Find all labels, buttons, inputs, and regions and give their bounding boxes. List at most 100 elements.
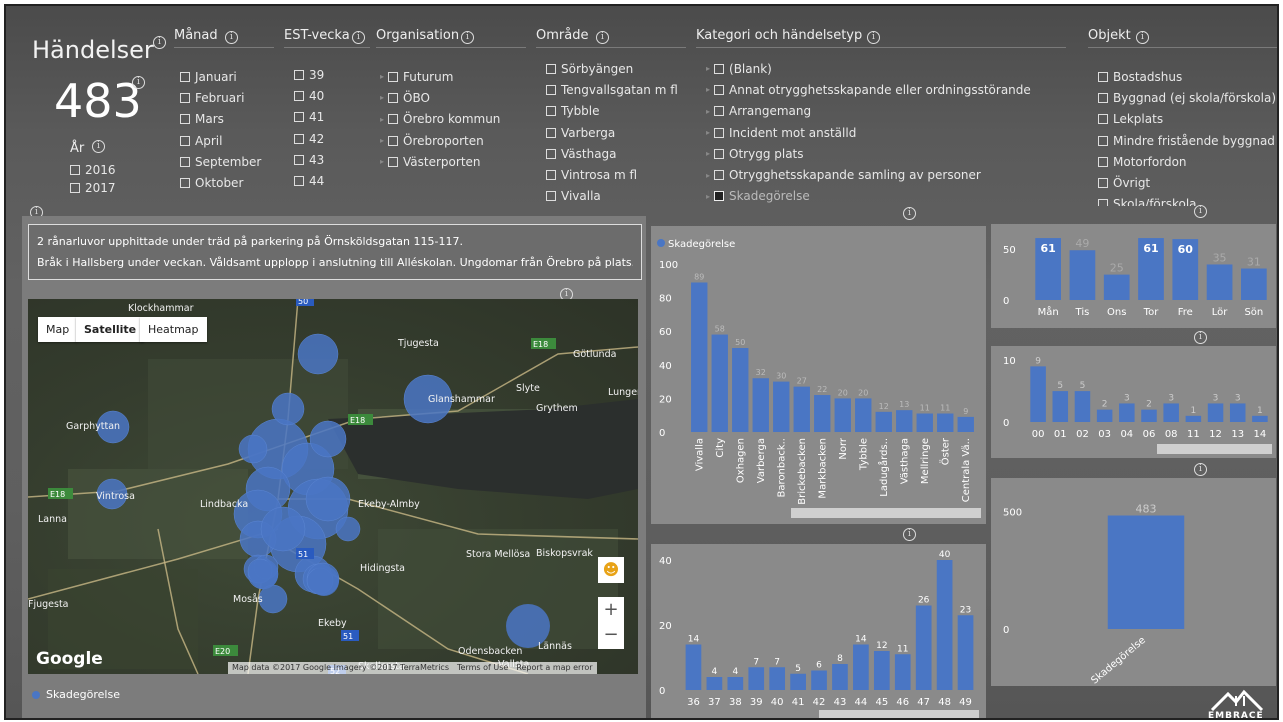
bar[interactable] <box>1185 415 1202 422</box>
bar[interactable] <box>853 644 869 691</box>
zoom-in-button[interactable]: + <box>598 597 624 623</box>
area-option[interactable]: Vivalla <box>546 186 678 207</box>
bar[interactable] <box>685 644 702 691</box>
month-option[interactable]: Mars <box>180 109 261 130</box>
checked-checkbox[interactable] <box>714 191 725 202</box>
bar[interactable] <box>769 667 786 690</box>
event-bubble[interactable] <box>297 333 339 375</box>
object-option[interactable]: Bostadshus <box>1098 66 1277 87</box>
object-option[interactable]: Lekplats <box>1098 109 1277 130</box>
organisation-option[interactable]: ▸ Futurum <box>380 66 500 87</box>
bar[interactable] <box>873 651 890 690</box>
object-option[interactable]: Motorfordon <box>1098 151 1277 172</box>
bar[interactable] <box>896 410 913 432</box>
bar[interactable] <box>811 670 827 691</box>
pegman-icon[interactable]: ☻ <box>598 557 624 583</box>
area-chart-info-icon[interactable]: i <box>903 207 916 220</box>
area-option[interactable]: Varberga <box>546 122 678 143</box>
hour-chart-info-icon[interactable]: i <box>1194 331 1207 344</box>
bar[interactable] <box>957 615 974 690</box>
bar[interactable] <box>1107 515 1185 629</box>
week-option[interactable]: 39 <box>294 64 324 85</box>
bar[interactable] <box>855 398 872 432</box>
bar[interactable] <box>1069 250 1096 300</box>
map-view[interactable]: Klockhammar Tjugesta Götlunda Slyte Lunger Gr… <box>28 299 638 674</box>
category-option[interactable]: ▸ (Blank) <box>706 58 1031 79</box>
event-bubble[interactable] <box>335 516 361 542</box>
checkbox[interactable] <box>70 165 80 175</box>
news-item[interactable]: 2 rånarluvor upphittade under träd på pa… <box>37 231 633 252</box>
week-option[interactable]: 43 <box>294 149 324 170</box>
bar[interactable] <box>814 395 831 432</box>
week-option[interactable]: 45 <box>294 192 324 194</box>
month-option[interactable]: Januari <box>180 66 261 87</box>
organisation-option[interactable]: ▸ Västerporten <box>380 151 500 172</box>
week-option[interactable]: 41 <box>294 107 324 128</box>
bar[interactable] <box>1119 403 1135 422</box>
event-bubble[interactable] <box>309 420 347 458</box>
bar[interactable] <box>1163 403 1179 422</box>
organisation-option[interactable]: ▸ ÖBO <box>380 87 500 108</box>
bar[interactable] <box>1252 415 1268 422</box>
bar[interactable] <box>706 677 723 690</box>
bar[interactable] <box>1241 268 1267 300</box>
event-bubble[interactable] <box>305 476 351 522</box>
category-option[interactable]: ▸ Incident mot anställd <box>706 122 1031 143</box>
event-bubble[interactable] <box>258 584 288 614</box>
bar[interactable] <box>732 348 749 432</box>
category-info-icon[interactable]: i <box>867 31 880 44</box>
bar[interactable] <box>1229 403 1246 422</box>
year-info-icon[interactable]: i <box>92 140 105 153</box>
bar[interactable] <box>691 282 708 432</box>
week-option[interactable]: 44 <box>294 170 324 191</box>
area-info-icon[interactable]: i <box>596 31 609 44</box>
bar[interactable] <box>790 673 806 690</box>
bar[interactable] <box>957 416 974 432</box>
weekday-chart-info-icon[interactable]: i <box>1194 205 1207 218</box>
zoom-out-button[interactable]: − <box>598 623 624 649</box>
bar[interactable] <box>793 386 810 432</box>
heatmap-button[interactable]: Heatmap <box>140 317 207 342</box>
category-option[interactable]: ▸ Otrygg plats <box>706 143 1031 164</box>
bar[interactable] <box>752 378 769 432</box>
bar[interactable] <box>832 664 848 690</box>
category-option[interactable]: ▸ Arrangemang <box>706 101 1031 122</box>
bar[interactable] <box>773 381 790 432</box>
chart-scrollbar[interactable] <box>791 508 981 518</box>
week-option[interactable]: 40 <box>294 85 324 106</box>
checkbox[interactable] <box>70 183 80 193</box>
area-option[interactable]: Tybble <box>546 101 678 122</box>
chart-scrollbar[interactable] <box>819 710 979 718</box>
category-total-info-icon[interactable]: i <box>1194 463 1207 476</box>
bar[interactable] <box>1103 274 1130 300</box>
bar[interactable] <box>1141 409 1157 422</box>
year-option-2017[interactable]: 2017 <box>70 179 116 197</box>
object-info-icon[interactable]: i <box>1136 31 1149 44</box>
area-option[interactable]: Vintrosa m fl <box>546 164 678 185</box>
year-option-2016[interactable]: 2016 <box>70 161 116 179</box>
bar[interactable] <box>1206 264 1233 300</box>
area-option[interactable]: Sörbyängen <box>546 58 678 79</box>
category-option-selected[interactable]: ▸ Skadegörelse <box>706 186 1031 207</box>
object-option[interactable]: Skola/förskola <box>1098 194 1277 206</box>
week-info-icon[interactable]: i <box>352 31 365 44</box>
object-option[interactable]: Byggnad (ej skola/förskola) <box>1098 87 1277 108</box>
organisation-info-icon[interactable]: i <box>461 31 474 44</box>
bar[interactable] <box>915 605 932 691</box>
total-info-icon[interactable]: i <box>132 76 145 89</box>
month-option[interactable]: Oktober <box>180 172 261 193</box>
bar[interactable] <box>1052 391 1069 422</box>
month-option[interactable]: September <box>180 151 261 172</box>
bar[interactable] <box>936 560 953 690</box>
terms-of-use-link[interactable]: Terms of Use <box>457 662 508 674</box>
bar[interactable] <box>1030 366 1046 422</box>
event-bubble[interactable] <box>309 566 339 596</box>
category-option[interactable]: ▸ Otrygghetsskapande samling av personer <box>706 164 1031 185</box>
category-option[interactable]: ▸ Annat otrygghetsskapande eller ordnings… <box>706 79 1031 100</box>
title-info-icon[interactable]: i <box>153 36 166 49</box>
bar[interactable] <box>1096 409 1113 422</box>
area-option[interactable]: Tengvallsgatan m fl <box>546 79 678 100</box>
week-option[interactable]: 42 <box>294 128 324 149</box>
event-bubble[interactable] <box>271 392 305 426</box>
object-option[interactable]: Övrigt <box>1098 172 1277 193</box>
